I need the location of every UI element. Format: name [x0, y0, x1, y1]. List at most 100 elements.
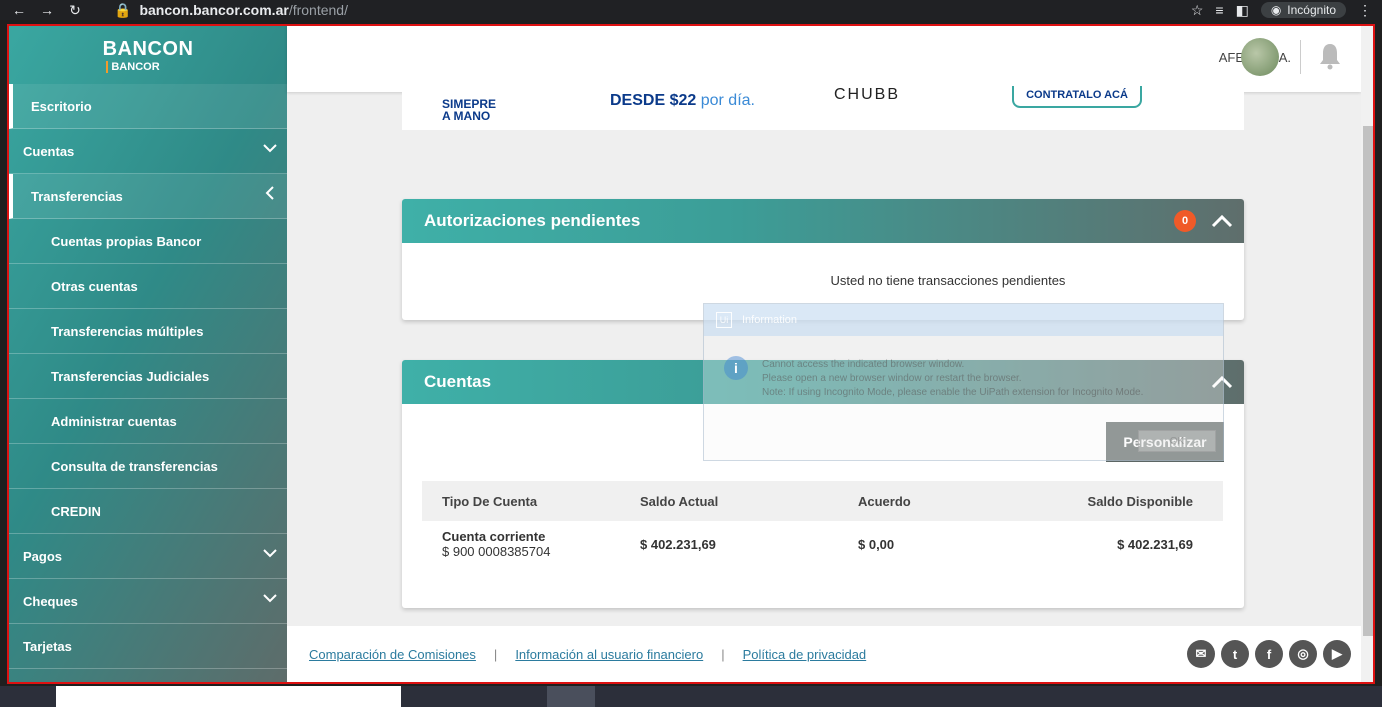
facebook-icon[interactable]: f	[1255, 640, 1283, 668]
account-type: Cuenta corriente	[442, 529, 546, 544]
sidebar-item-label: Transferencias Judiciales	[51, 368, 210, 384]
sidepanel-icon[interactable]: ◧	[1236, 2, 1249, 19]
sidebar-item-label: Transferencias múltiples	[51, 323, 204, 339]
logo-brand: BANCON	[102, 37, 194, 60]
twitter-icon[interactable]: t	[1221, 640, 1249, 668]
avatar[interactable]	[1241, 38, 1279, 76]
sidebar-item-otras-cuentas[interactable]: Otras cuentas	[9, 264, 287, 309]
chevron-down-icon	[263, 594, 277, 603]
sidebar-item-credin[interactable]: CREDIN	[9, 489, 287, 534]
sidebar-item-label: Administrar cuentas	[51, 413, 177, 429]
taskbar-app[interactable]	[547, 686, 595, 707]
header-divider	[1300, 40, 1301, 74]
sidebar-item-cuentas[interactable]: Cuentas	[9, 129, 287, 174]
logo[interactable]: BANCON BANCOR	[9, 26, 287, 84]
pending-empty-message: Usted no tiene transacciones pendientes	[830, 273, 1066, 288]
sidebar-item-administrar-cuentas[interactable]: Administrar cuentas	[9, 399, 287, 444]
sidebar-item-transferencias-judiciales[interactable]: Transferencias Judiciales	[9, 354, 287, 399]
sidebar-item-label: Cuentas propias Bancor	[51, 233, 202, 249]
chevron-down-icon	[263, 144, 277, 153]
sidebar-item-label: Transferencias	[31, 188, 123, 204]
pending-count-badge: 0	[1174, 210, 1196, 232]
promo-banner[interactable]: SIMEPRE A MANO DESDE $22 por día. CHUBB C…	[402, 86, 1244, 130]
forward-icon[interactable]: →	[38, 2, 56, 19]
taskbar	[0, 686, 1382, 707]
page-frame: BANCON BANCOR Escritorio Cuentas Transfe…	[7, 24, 1375, 684]
incognito-icon: ◉	[1270, 3, 1282, 17]
uipath-info-dialog: Ui Information i Cannot access the indic…	[703, 303, 1224, 461]
sidebar-item-transferencias-multiples[interactable]: Transferencias múltiples	[9, 309, 287, 354]
bell-icon[interactable]	[1319, 42, 1341, 70]
table-row[interactable]: Cuenta corriente $ 900 0008385704 $ 402.…	[422, 521, 1223, 567]
social-links: ✉ t f ◎ ▶	[1187, 640, 1351, 668]
dialog-message: Cannot access the indicated browser wind…	[762, 359, 1144, 398]
footer-link-info-usuario[interactable]: Información al usuario financiero	[515, 647, 703, 662]
browser-actions: ☆ ≡ ◧ ◉ Incógnito ⋮	[1191, 2, 1382, 19]
sidebar-item-cheques[interactable]: Cheques	[9, 579, 287, 624]
incognito-label: Incógnito	[1287, 3, 1336, 17]
email-icon[interactable]: ✉	[1187, 640, 1215, 668]
browser-nav: ← → ↻	[0, 2, 110, 19]
menu-kebab-icon[interactable]: ⋮	[1358, 2, 1372, 19]
browser-toolbar: ← → ↻ 🔒 bancon.bancor.com.ar/frontend/ ☆…	[0, 0, 1382, 20]
dialog-titlebar: Ui Information	[704, 304, 1223, 336]
footer-link-comisiones[interactable]: Comparación de Comisiones	[309, 647, 476, 662]
footer-link-privacidad[interactable]: Política de privacidad	[743, 647, 867, 662]
column-header[interactable]: Acuerdo	[858, 494, 1058, 509]
reload-icon[interactable]: ↻	[66, 2, 84, 19]
url-host: bancon.bancor.com.ar	[139, 2, 289, 18]
column-header[interactable]: Saldo Disponible	[1058, 494, 1223, 509]
pending-card-title: Autorizaciones pendientes	[424, 211, 641, 230]
balance-cell: $ 402.231,69	[640, 536, 716, 552]
sidebar-item-transferencias[interactable]: Transferencias	[9, 174, 287, 219]
sidebar-item-label: Consulta de transferencias	[51, 458, 218, 474]
sidebar-item-label: Pagos	[23, 548, 63, 564]
back-icon[interactable]: ←	[10, 2, 28, 19]
page-scrollbar[interactable]	[1361, 26, 1373, 682]
footer-separator: |	[493, 646, 498, 662]
top-header: AFEMA S.A.	[287, 26, 1361, 92]
account-number: $ 900 0008385704	[442, 544, 551, 559]
footer: Comparación de Comisiones | Información …	[287, 626, 1361, 682]
scrollbar-thumb[interactable]	[1363, 126, 1373, 636]
instagram-icon[interactable]: ◎	[1289, 640, 1317, 668]
chevron-left-icon	[265, 186, 274, 200]
accounts-card-title: Cuentas	[424, 372, 492, 391]
banner-text-2: DESDE $22 por día.	[610, 92, 755, 109]
url-path: /frontend/	[288, 2, 348, 18]
column-header[interactable]: Saldo Actual	[640, 494, 858, 509]
sidebar-item-escritorio[interactable]: Escritorio	[9, 84, 287, 129]
sidebar-item-label: Tarjetas	[23, 638, 72, 654]
chevron-down-icon	[263, 549, 277, 558]
incognito-badge[interactable]: ◉ Incógnito	[1260, 2, 1346, 18]
sidebar-item-label: Cuentas	[23, 143, 75, 159]
main-content: SIMEPRE A MANO DESDE $22 por día. CHUBB C…	[287, 86, 1361, 682]
sidebar-item-pagos[interactable]: Pagos	[9, 534, 287, 579]
agreement-cell: $ 0,00	[858, 536, 895, 552]
bookmark-star-icon[interactable]: ☆	[1191, 2, 1204, 19]
banner-chubb-logo: CHUBB	[834, 86, 901, 103]
pending-card-header[interactable]: Autorizaciones pendientes 0	[402, 199, 1244, 243]
available-balance-cell: $ 402.231,69	[1117, 536, 1193, 552]
address-bar[interactable]: 🔒 bancon.bancor.com.ar/frontend/	[114, 2, 348, 19]
accounts-table: Tipo De Cuenta Saldo Actual Acuerdo Sald…	[422, 481, 1223, 567]
youtube-icon[interactable]: ▶	[1323, 640, 1351, 668]
banner-cta-button[interactable]: CONTRATALO ACÁ	[1012, 86, 1142, 108]
sidebar: BANCON BANCOR Escritorio Cuentas Transfe…	[9, 26, 287, 682]
media-icon[interactable]: ≡	[1215, 2, 1223, 18]
account-type-cell: Cuenta corriente $ 900 0008385704	[422, 529, 640, 559]
sidebar-item-label: Cheques	[23, 593, 78, 609]
sidebar-item-tarjetas[interactable]: Tarjetas	[9, 624, 287, 669]
uipath-logo-icon: Ui	[716, 312, 732, 328]
dialog-title: Information	[742, 314, 798, 326]
footer-separator: |	[721, 646, 725, 662]
column-header[interactable]: Tipo De Cuenta	[422, 494, 640, 509]
table-header: Tipo De Cuenta Saldo Actual Acuerdo Sald…	[422, 481, 1223, 521]
dialog-ok-button[interactable]: OK	[1138, 430, 1216, 452]
sidebar-item-consulta-transferencias[interactable]: Consulta de transferencias	[9, 444, 287, 489]
taskbar-search[interactable]	[56, 686, 401, 707]
chevron-up-icon[interactable]	[1210, 209, 1234, 233]
sidebar-item-label: Escritorio	[31, 98, 92, 114]
sidebar-item-cuentas-propias[interactable]: Cuentas propias Bancor	[9, 219, 287, 264]
sidebar-item-label: CREDIN	[51, 503, 101, 519]
